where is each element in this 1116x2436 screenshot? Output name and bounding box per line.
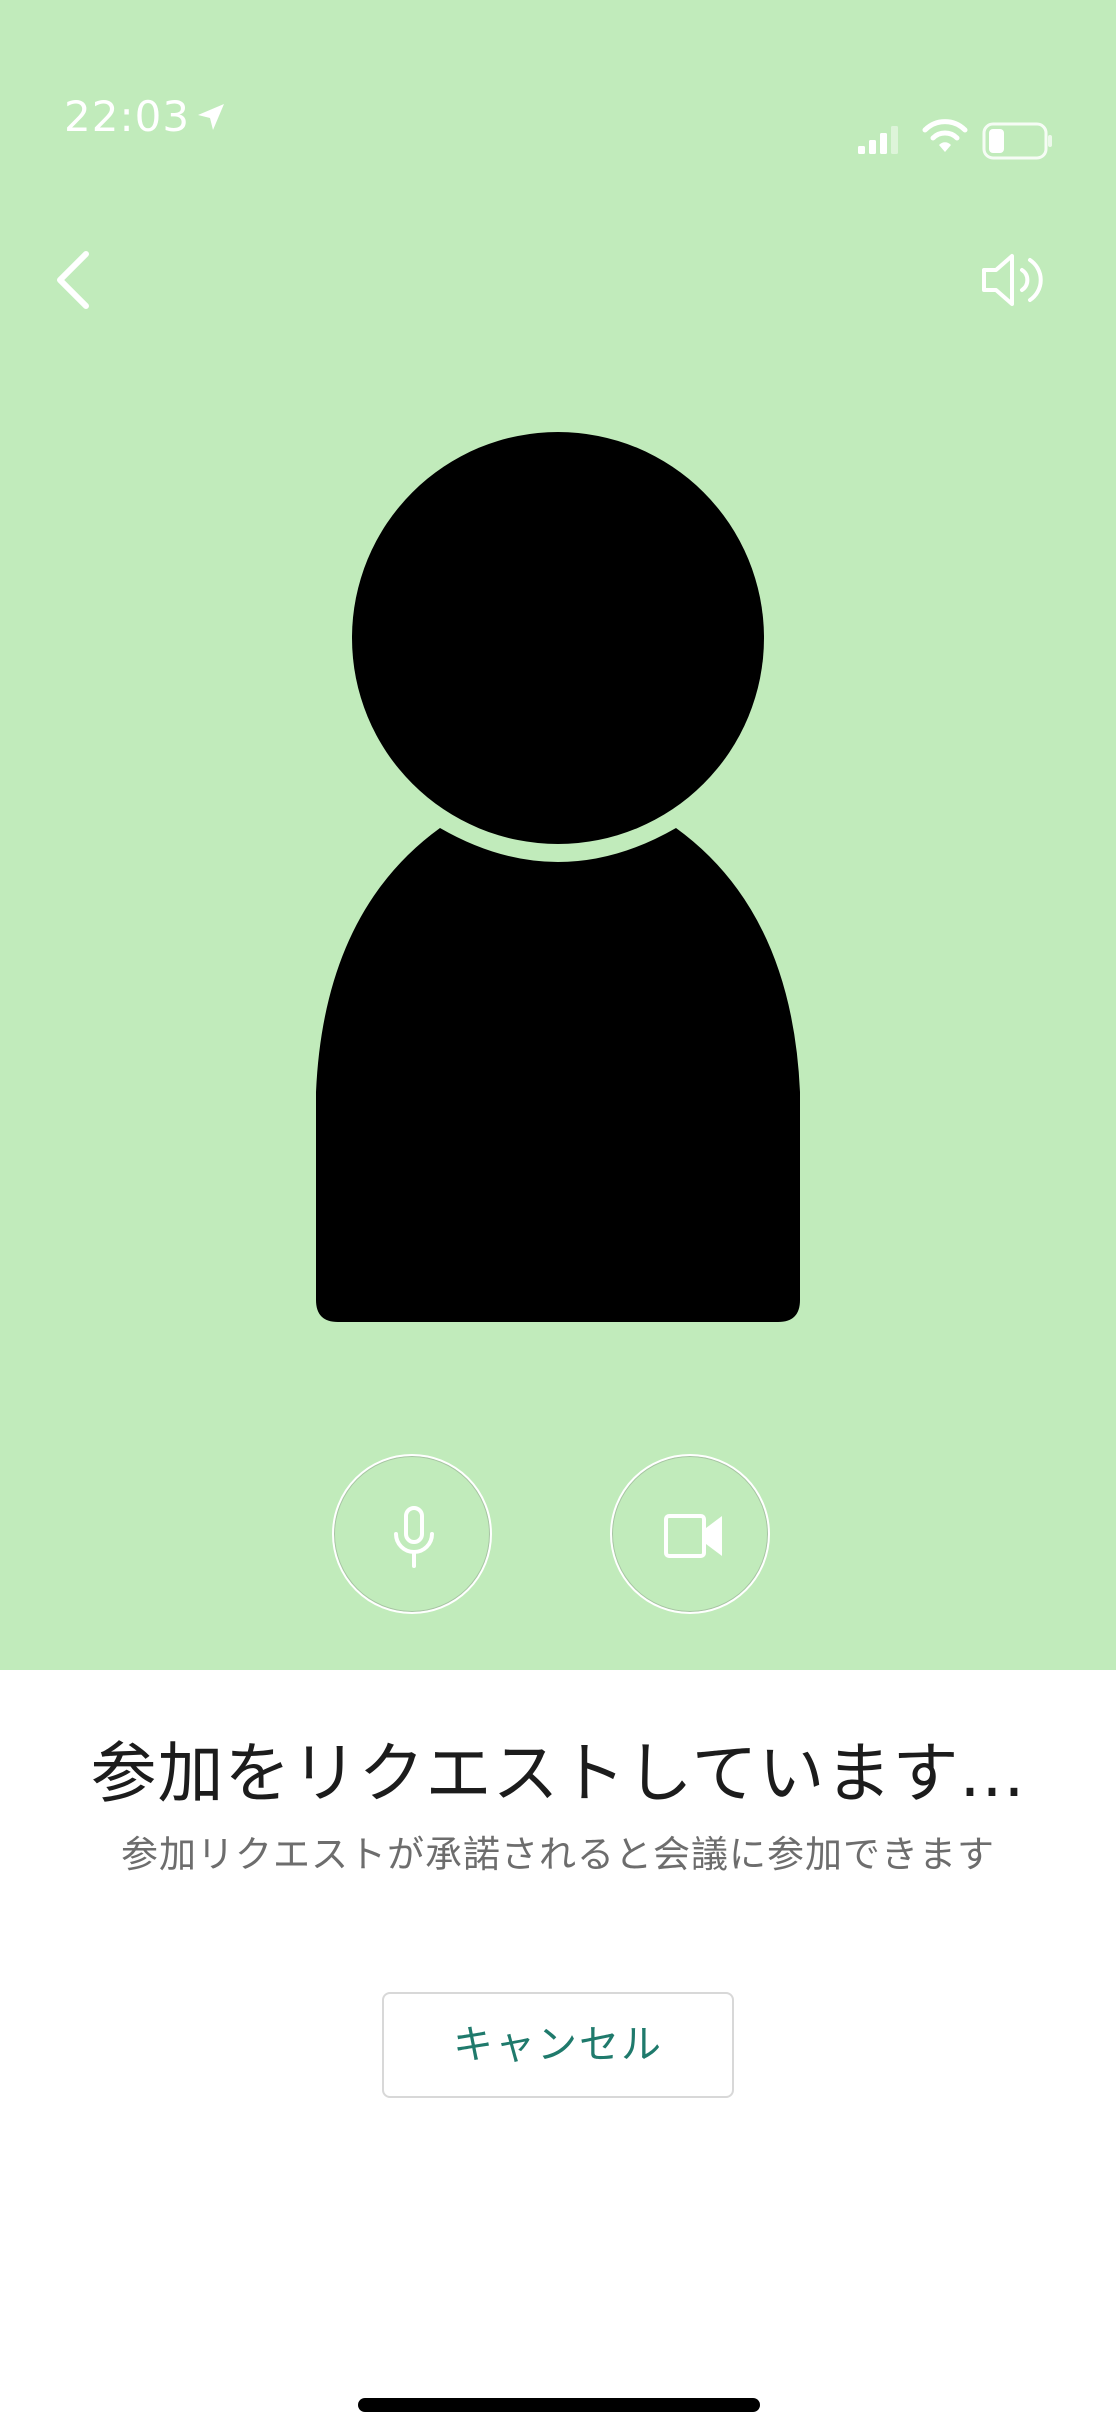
battery-icon (982, 122, 1052, 160)
video-camera-icon (664, 1514, 722, 1558)
back-button[interactable] (40, 240, 112, 320)
request-description: 参加リクエストが承諾されると会議に参加できます (121, 1833, 995, 1876)
mic-button[interactable] (332, 1454, 492, 1614)
speaker-icon (982, 254, 1043, 306)
status-bar: 22:03 (0, 0, 1116, 160)
home-indicator[interactable] (358, 2398, 760, 2412)
page-title: 参加をリクエストしています... (90, 1735, 1026, 1812)
chevron-left-icon (57, 251, 89, 309)
video-button[interactable] (610, 1454, 770, 1614)
signal-icon (858, 126, 898, 154)
person-silhouette-icon (316, 432, 800, 1322)
speaker-button[interactable] (976, 244, 1052, 316)
status-time: 22:03 (64, 92, 191, 141)
cancel-button[interactable]: キャンセル (382, 1992, 734, 2098)
microphone-icon (394, 1506, 434, 1568)
location-arrow-icon (198, 104, 224, 130)
wifi-icon (922, 119, 968, 152)
video-preview: 22:03 (0, 0, 1116, 1670)
